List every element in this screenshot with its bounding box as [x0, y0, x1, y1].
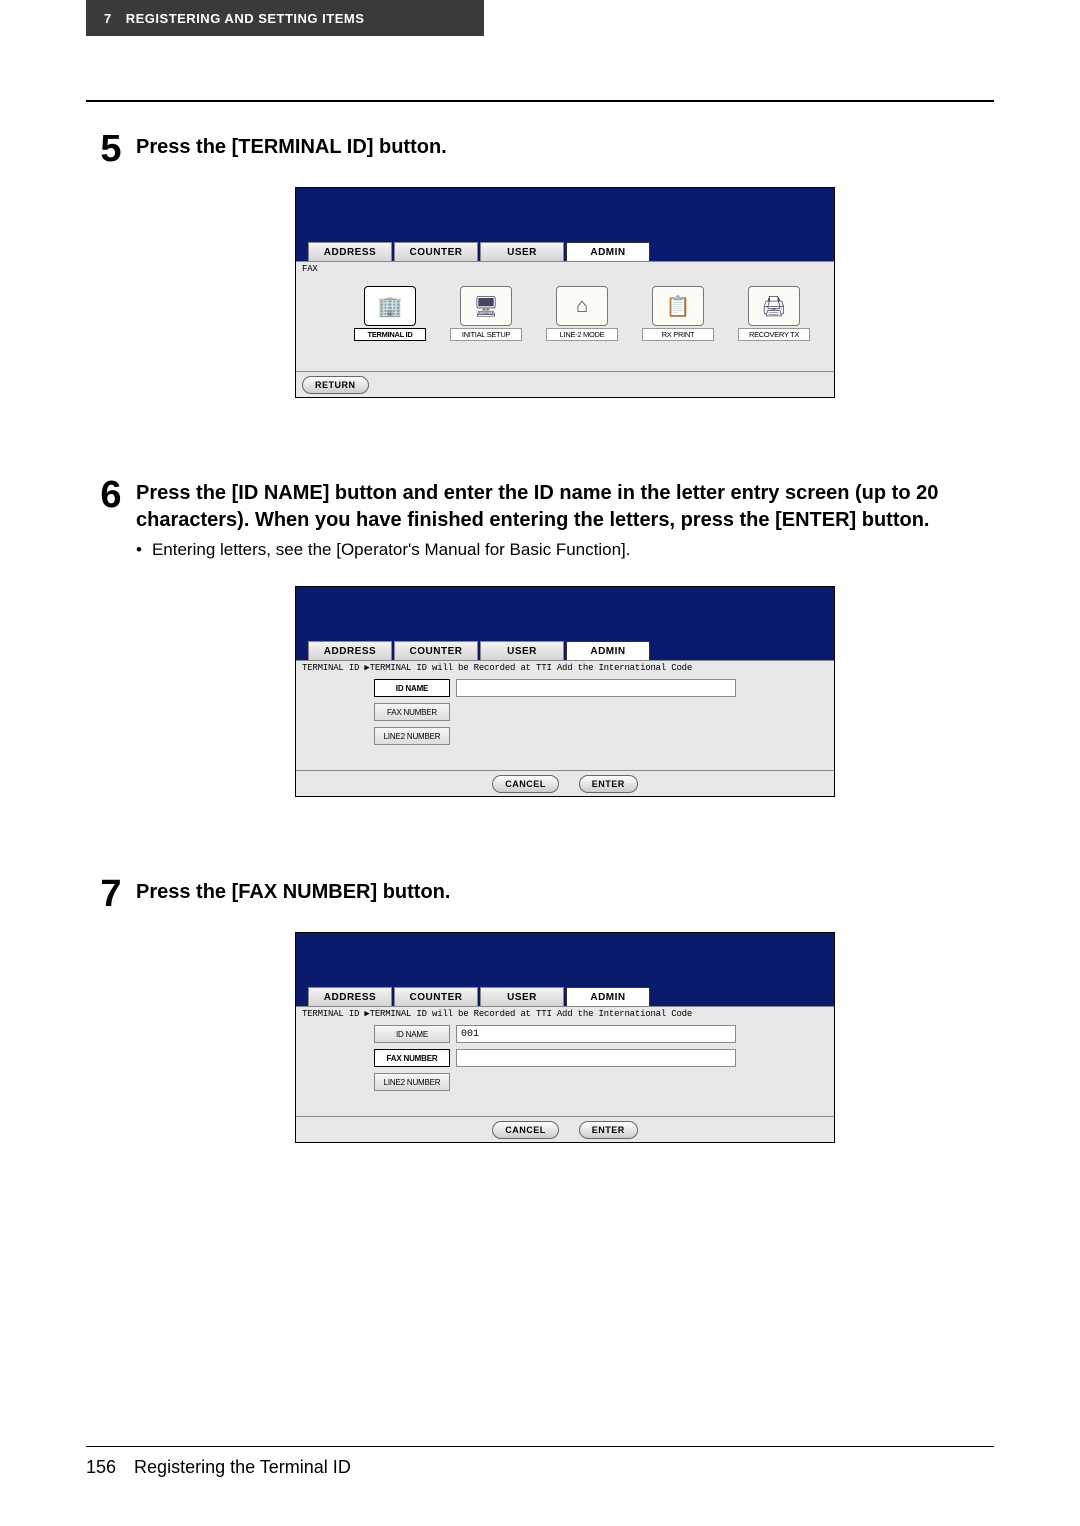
section-title: Registering the Terminal ID	[134, 1457, 351, 1478]
breadcrumb: FAX	[296, 262, 834, 274]
breadcrumb: TERMINAL ID ▶TERMINAL ID will be Recorde…	[296, 1007, 834, 1019]
step-heading: Press the [FAX NUMBER] button.	[136, 879, 994, 906]
step-6: 6 Press the [ID NAME] button and enter t…	[86, 476, 994, 857]
chapter-title: REGISTERING AND SETTING ITEMS	[126, 11, 365, 26]
device-screenshot-1: ADDRESS COUNTER USER ADMIN FAX 🏢 TERMINA…	[295, 187, 835, 398]
cancel-button[interactable]: CANCEL	[492, 775, 559, 793]
tab-address[interactable]: ADDRESS	[308, 987, 392, 1006]
step-heading: Press the [TERMINAL ID] button.	[136, 134, 994, 161]
tab-admin[interactable]: ADMIN	[566, 242, 650, 261]
chapter-header: 7 REGISTERING AND SETTING ITEMS	[86, 0, 484, 36]
step-bullet: Entering letters, see the [Operator's Ma…	[136, 540, 994, 560]
step-number: 6	[86, 476, 136, 857]
device-screenshot-2: ADDRESS COUNTER USER ADMIN TERMINAL ID ▶…	[295, 586, 835, 797]
tab-admin[interactable]: ADMIN	[566, 641, 650, 660]
line2-mode-label: LINE-2 MODE	[546, 328, 618, 341]
enter-button[interactable]: ENTER	[579, 775, 638, 793]
rx-print-icon: 📋	[652, 286, 704, 326]
id-name-input[interactable]: 001	[456, 1025, 736, 1043]
initial-setup-icon: 🖥	[460, 286, 512, 326]
step-7: 7 Press the [FAX NUMBER] button. ADDRESS…	[86, 875, 994, 1203]
fax-number-button[interactable]: FAX NUMBER	[374, 1049, 450, 1067]
device-tabs: ADDRESS COUNTER USER ADMIN	[296, 242, 834, 261]
device-tabs: ADDRESS COUNTER USER ADMIN	[296, 641, 834, 660]
terminal-id-label: TERMINAL ID	[354, 328, 426, 341]
id-name-button[interactable]: ID NAME	[374, 679, 450, 697]
device-tabs: ADDRESS COUNTER USER ADMIN	[296, 987, 834, 1006]
step-number: 7	[86, 875, 136, 1203]
fax-number-button[interactable]: FAX NUMBER	[374, 703, 450, 721]
tab-address[interactable]: ADDRESS	[308, 641, 392, 660]
top-rule	[86, 100, 994, 102]
initial-setup-button[interactable]: 🖥 INITIAL SETUP	[450, 286, 522, 341]
step-heading: Press the [ID NAME] button and enter the…	[136, 480, 994, 534]
fax-number-input[interactable]	[456, 1049, 736, 1067]
tab-counter[interactable]: COUNTER	[394, 641, 478, 660]
tab-user[interactable]: USER	[480, 987, 564, 1006]
page-number: 156	[86, 1457, 116, 1478]
step-5: 5 Press the [TERMINAL ID] button. ADDRES…	[86, 130, 994, 458]
chapter-number: 7	[104, 11, 112, 26]
breadcrumb: TERMINAL ID ▶TERMINAL ID will be Recorde…	[296, 661, 834, 673]
recovery-tx-icon: 🖨	[748, 286, 800, 326]
step-number: 5	[86, 130, 136, 458]
tab-counter[interactable]: COUNTER	[394, 987, 478, 1006]
enter-button[interactable]: ENTER	[579, 1121, 638, 1139]
rx-print-label: RX PRINT	[642, 328, 714, 341]
rx-print-button[interactable]: 📋 RX PRINT	[642, 286, 714, 341]
line2-number-button[interactable]: LINE2 NUMBER	[374, 727, 450, 745]
bottom-rule	[86, 1446, 994, 1447]
return-button[interactable]: RETURN	[302, 376, 369, 394]
step-bullet-list: Entering letters, see the [Operator's Ma…	[136, 540, 994, 560]
line2-number-button[interactable]: LINE2 NUMBER	[374, 1073, 450, 1091]
recovery-tx-button[interactable]: 🖨 RECOVERY TX	[738, 286, 810, 341]
cancel-button[interactable]: CANCEL	[492, 1121, 559, 1139]
tab-admin[interactable]: ADMIN	[566, 987, 650, 1006]
tab-address[interactable]: ADDRESS	[308, 242, 392, 261]
line2-mode-button[interactable]: ⌂ LINE-2 MODE	[546, 286, 618, 341]
tab-counter[interactable]: COUNTER	[394, 242, 478, 261]
recovery-tx-label: RECOVERY TX	[738, 328, 810, 341]
line2-mode-icon: ⌂	[556, 286, 608, 326]
id-name-input[interactable]	[456, 679, 736, 697]
tab-user[interactable]: USER	[480, 242, 564, 261]
initial-setup-label: INITIAL SETUP	[450, 328, 522, 341]
tab-user[interactable]: USER	[480, 641, 564, 660]
device-screenshot-3: ADDRESS COUNTER USER ADMIN TERMINAL ID ▶…	[295, 932, 835, 1143]
terminal-id-button[interactable]: 🏢 TERMINAL ID	[354, 286, 426, 341]
terminal-id-icon: 🏢	[364, 286, 416, 326]
page-footer: 156 Registering the Terminal ID	[86, 1446, 994, 1478]
id-name-button[interactable]: ID NAME	[374, 1025, 450, 1043]
